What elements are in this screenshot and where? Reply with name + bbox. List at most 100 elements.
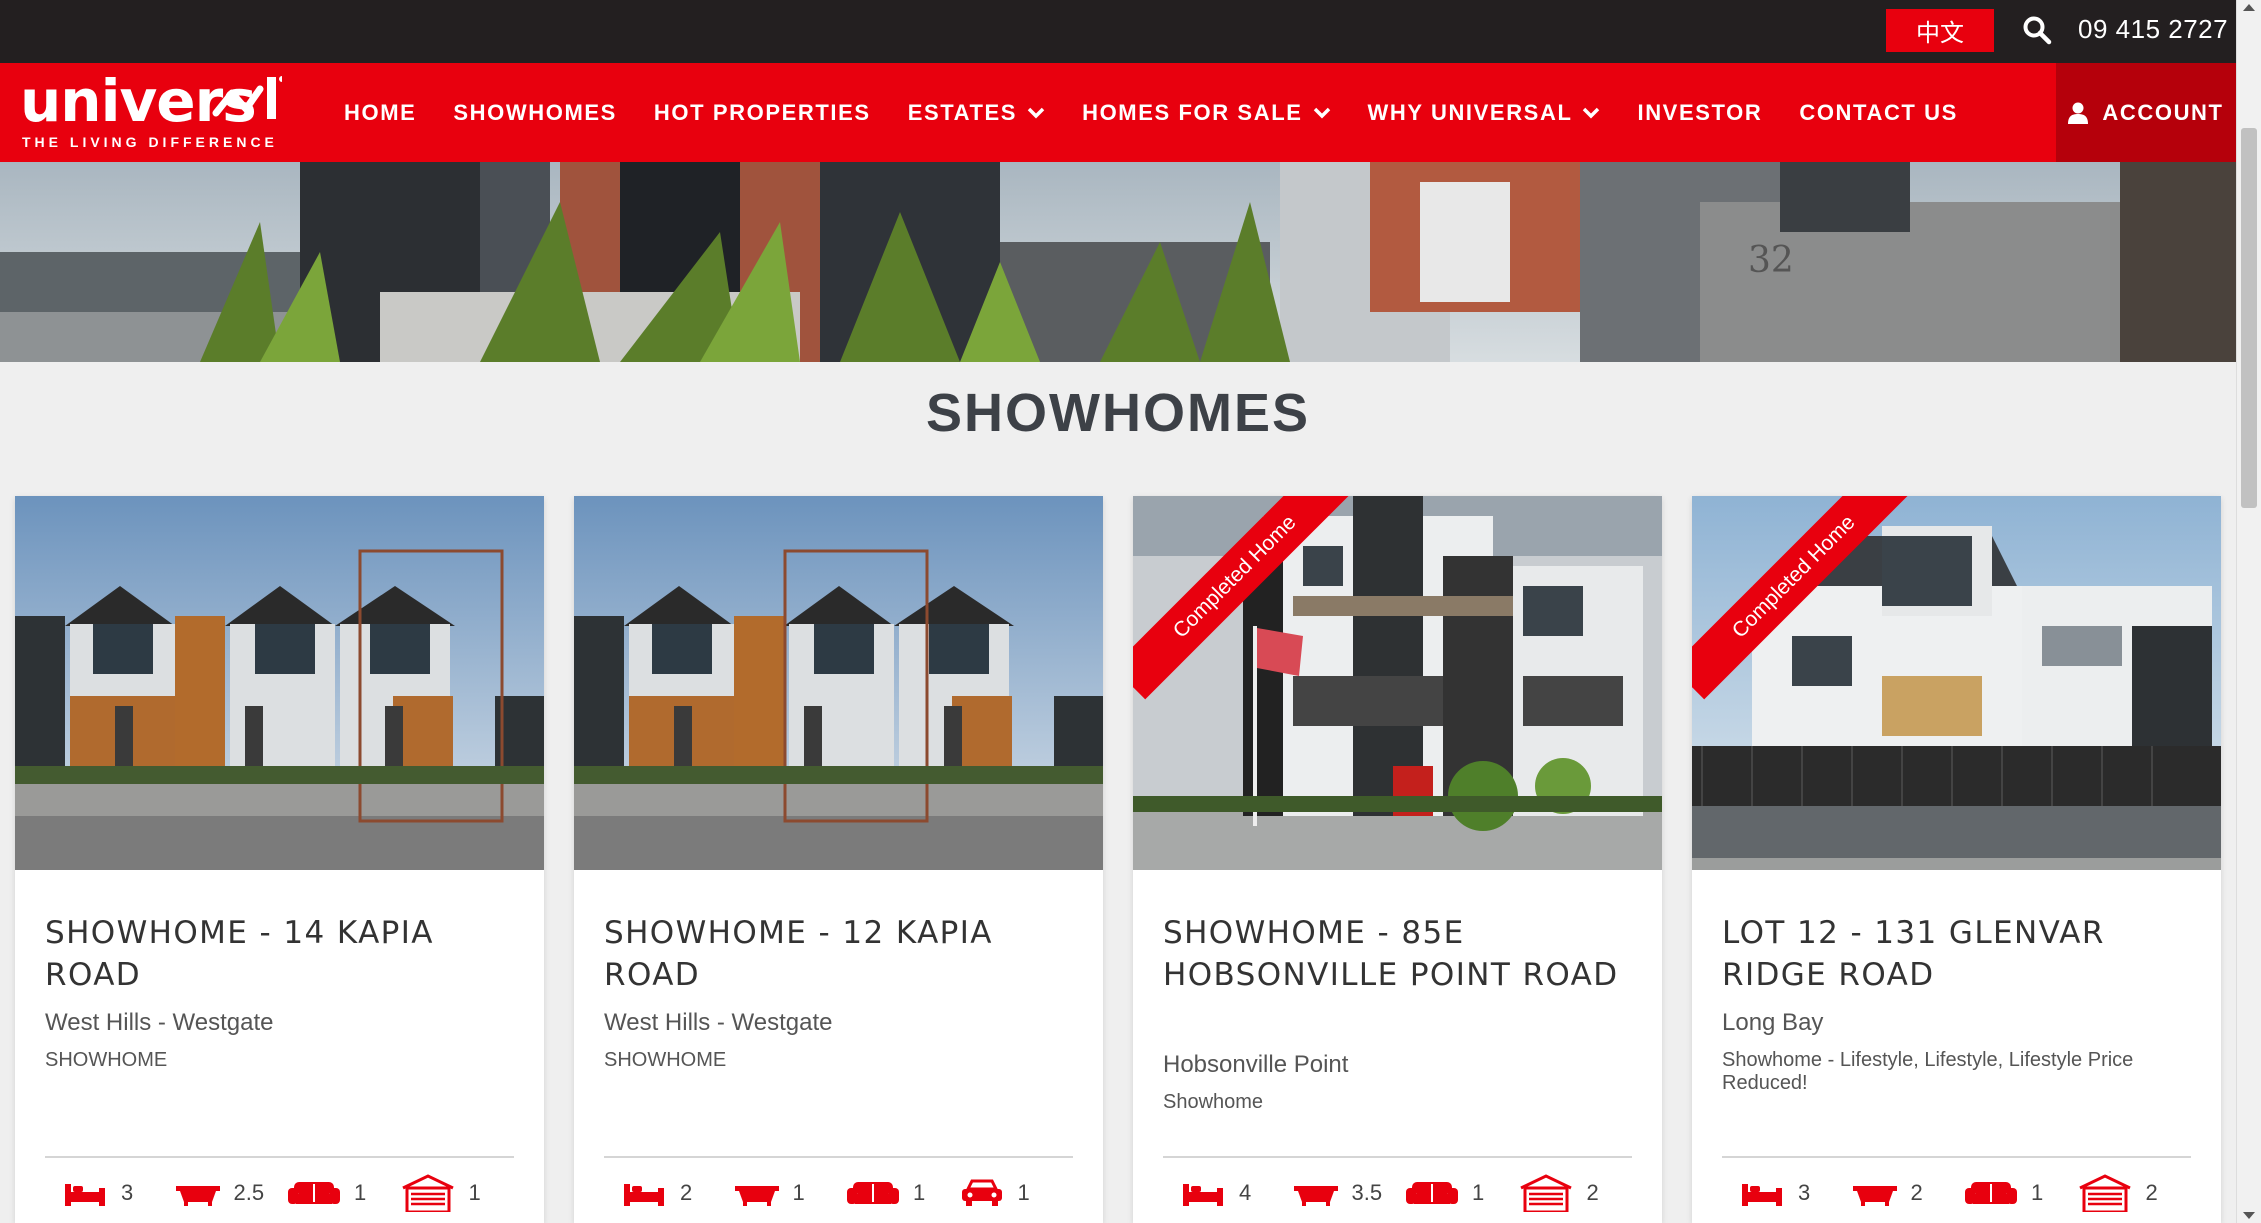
nav-label: SHOWHOMES (453, 99, 617, 125)
scrollbar-thumb[interactable] (2241, 128, 2257, 508)
sofa-icon (847, 1182, 899, 1204)
listing-category: Showhome - Lifestyle, Lifestyle, Lifesty… (1722, 1049, 2134, 1094)
bathrooms-feature: 2 (1852, 1180, 1966, 1206)
bath-icon (1852, 1186, 1897, 1206)
bath-icon (734, 1186, 779, 1206)
garage-icon (401, 1174, 454, 1212)
living-feature: 1 (1965, 1180, 2078, 1206)
nav-label: INVESTOR (1637, 99, 1763, 125)
living-count: 1 (354, 1180, 367, 1205)
garage-feature: 2 (1519, 1174, 1632, 1212)
scroll-down-arrow-icon[interactable] (2243, 1212, 2255, 1219)
garage-count: 1 (468, 1180, 481, 1205)
feature-row: 3 2 1 2 (1740, 1172, 2190, 1214)
garage-feature: 2 (2078, 1174, 2191, 1212)
listing-card[interactable]: SHOWHOME - 14 KAPIA ROAD West Hills - We… (15, 496, 544, 1223)
bed-icon (65, 1184, 105, 1206)
garage-feature: 1 (401, 1174, 514, 1212)
scroll-up-arrow-icon[interactable] (2243, 4, 2255, 11)
nav-item-estates[interactable]: ESTATES (908, 100, 1045, 126)
listing-location: West Hills - Westgate (604, 1009, 833, 1036)
bedrooms-feature: 3 (1740, 1180, 1853, 1206)
nav-menu: HOME SHOWHOMES HOT PROPERTIES ESTATES HO… (344, 63, 1995, 162)
listing-card[interactable]: SHOWHOME - 12 KAPIA ROAD West Hills - We… (574, 496, 1103, 1223)
top-bar: 中文 09 415 2727 (0, 0, 2236, 63)
bed-icon (1183, 1184, 1223, 1206)
bath-icon (175, 1186, 220, 1206)
nav-label: ESTATES (907, 99, 1018, 125)
account-label: ACCOUNT (2102, 99, 2224, 125)
sofa-icon (1406, 1182, 1458, 1204)
page-scrollbar[interactable] (2236, 0, 2261, 1223)
search-icon[interactable] (2022, 15, 2052, 45)
listing-title[interactable]: SHOWHOME - 12 KAPIA ROAD (604, 912, 1074, 996)
nav-item-contact-us[interactable]: CONTACT US (1799, 100, 1958, 126)
bathrooms-count: 2 (1910, 1180, 1923, 1205)
listing-card[interactable]: Completed Home SHOWHOME - 85E HOBSONVILL… (1133, 496, 1662, 1223)
nav-item-hot-properties[interactable]: HOT PROPERTIES (654, 100, 871, 126)
listing-location: West Hills - Westgate (45, 1009, 274, 1036)
nav-label: HOT PROPERTIES (653, 99, 871, 125)
sofa-icon (1965, 1182, 2017, 1204)
bedrooms-feature: 3 (63, 1180, 176, 1206)
property-photo[interactable]: Completed Home (1692, 496, 2221, 870)
nav-item-home[interactable]: HOME (344, 100, 416, 126)
property-photo[interactable] (574, 496, 1103, 870)
garage-icon (2078, 1174, 2131, 1212)
nav-item-showhomes[interactable]: SHOWHOMES (453, 100, 617, 126)
bedrooms-count: 3 (1798, 1180, 1811, 1205)
listing-category: SHOWHOME (45, 1049, 168, 1071)
feature-row: 4 3.5 1 2 (1181, 1172, 1631, 1214)
carpark-feature: 1 (960, 1179, 1073, 1207)
card-divider (45, 1156, 514, 1158)
bed-icon (1742, 1184, 1782, 1206)
living-count: 1 (1472, 1180, 1485, 1205)
bathrooms-count: 3.5 (1351, 1180, 1383, 1205)
bedrooms-count: 4 (1239, 1180, 1252, 1205)
listing-location: Hobsonville Point (1163, 1051, 1349, 1078)
card-divider (1163, 1156, 1632, 1158)
bathrooms-feature: 2.5 (175, 1180, 289, 1206)
living-feature: 1 (1406, 1180, 1519, 1206)
bed-icon (624, 1184, 664, 1206)
bathrooms-count: 1 (792, 1180, 805, 1205)
living-count: 1 (2031, 1180, 2044, 1205)
bath-icon (1293, 1186, 1338, 1206)
nav-label: WHY UNIVERSAL (1367, 99, 1573, 125)
page-title: SHOWHOMES (925, 383, 1310, 443)
listing-card[interactable]: Completed Home LOT 12 - 131 GLENVAR RIDG… (1692, 496, 2221, 1223)
listing-title[interactable]: SHOWHOME - 14 KAPIA ROAD (45, 912, 515, 996)
living-count: 1 (913, 1180, 926, 1205)
carpark-count: 1 (1017, 1180, 1030, 1205)
garage-count: 2 (2145, 1180, 2158, 1205)
property-photo[interactable] (15, 496, 544, 870)
phone-number[interactable]: 09 415 2727 (2078, 14, 2228, 45)
bathrooms-count: 2.5 (233, 1180, 265, 1205)
card-divider (1722, 1156, 2191, 1158)
nav-item-why-universal[interactable]: WHY UNIVERSAL (1368, 100, 1601, 126)
listing-title[interactable]: LOT 12 - 131 GLENVAR RIDGE ROAD (1722, 912, 2192, 996)
listing-category: Showhome (1163, 1091, 1264, 1113)
car-icon (961, 1179, 1002, 1206)
chevron-down-icon (1313, 107, 1330, 118)
chevron-down-icon (1583, 107, 1600, 118)
language-button[interactable]: 中文 (1886, 9, 1994, 52)
bathrooms-feature: 1 (734, 1180, 848, 1206)
listing-category: SHOWHOME (604, 1049, 727, 1071)
svg-text:32: 32 (1748, 240, 1794, 281)
garage-icon (1519, 1174, 1572, 1212)
nav-item-homes-for-sale[interactable]: HOMES FOR SALE (1082, 100, 1330, 126)
card-divider (604, 1156, 1073, 1158)
nav-item-investor[interactable]: INVESTOR (1637, 100, 1762, 126)
bedrooms-count: 2 (680, 1180, 693, 1205)
bedrooms-feature: 4 (1181, 1180, 1294, 1206)
nav-label: HOMES FOR SALE (1082, 99, 1303, 125)
property-photo[interactable]: Completed Home (1133, 496, 1662, 870)
universal-logo[interactable]: univers THE LIVING DIFFERENCE (20, 67, 285, 155)
garage-count: 2 (1586, 1180, 1599, 1205)
bedrooms-feature: 2 (622, 1180, 735, 1206)
nav-label: CONTACT US (1799, 99, 1958, 125)
account-button[interactable]: ACCOUNT (2056, 63, 2236, 162)
chevron-down-icon (1027, 107, 1045, 118)
listing-title[interactable]: SHOWHOME - 85E HOBSONVILLE POINT ROAD (1163, 912, 1633, 996)
